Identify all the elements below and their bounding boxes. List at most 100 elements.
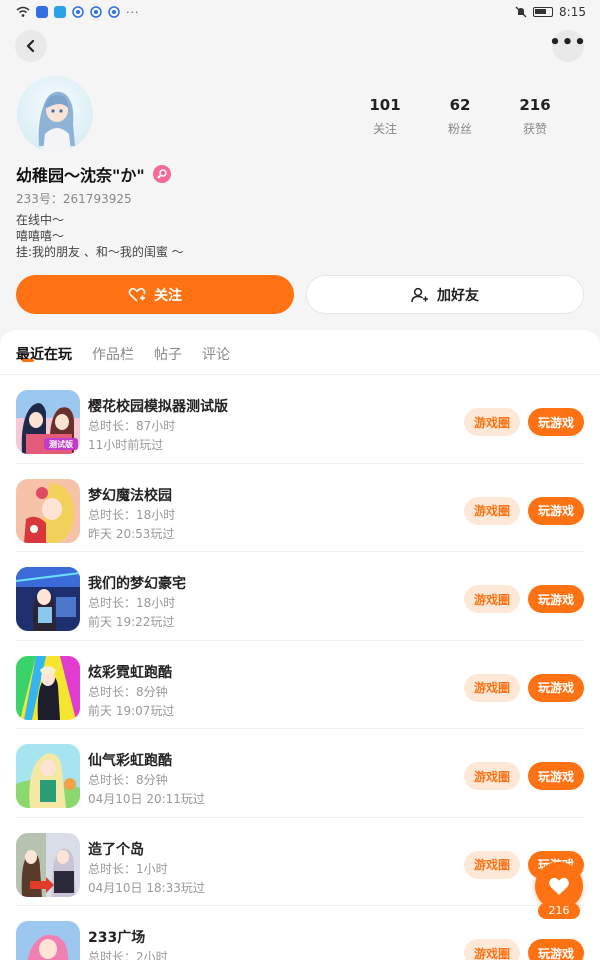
stat-fans[interactable]: 62 粉丝 [425,96,495,137]
game-duration: 总时长：87小时 [88,419,176,433]
stat-likes[interactable]: 216 获赞 [500,96,570,137]
profile-tabs: 最近在玩 作品栏 帖子 评论 [16,344,230,364]
message-notification-icon [54,6,66,18]
game-icon [16,567,80,631]
play-game-button[interactable]: 玩游戏 [528,939,584,960]
list-item[interactable]: 造了个岛 总时长：1小时 04月10日 18:33玩过 游戏圈 玩游戏 [0,818,600,907]
user-id: 233号：261793925 [16,192,132,206]
stat-following[interactable]: 101 关注 [350,96,420,137]
follow-label: 关注 [154,287,182,304]
bio: 在线中～ 嘻嘻嘻～ 挂:我的朋友 、和～我的闺蜜 ～ [16,212,184,260]
game-circle-button[interactable]: 游戏圈 [464,939,520,960]
stat-label: 关注 [372,122,397,136]
like-count-badge: 216 [538,903,580,919]
app-notification-icon [72,6,84,18]
more-notifications: ··· [126,5,140,19]
clock: 8:15 [559,5,586,19]
follow-button[interactable]: 关注 [16,275,294,314]
game-icon [16,478,80,543]
list-item[interactable]: 我们的梦幻豪宅 总时长：18小时 前天 19:22玩过 游戏圈 玩游戏 [0,552,600,641]
game-last-played: 昨天 20:53玩过 [88,526,175,541]
game-last-played: 前天 19:22玩过 [88,615,175,629]
wifi-icon [16,6,30,17]
stat-value: 101 [369,96,401,114]
tab-works[interactable]: 作品栏 [92,344,134,364]
name-row: 幼稚园～沈奈"か" [16,162,171,186]
bio-line: 嘻嘻嘻～ [16,229,65,243]
mute-bell-icon [515,6,527,18]
status-bar-right: 8:15 [515,5,586,19]
play-game-button[interactable]: 玩游戏 [528,496,584,525]
add-friend-label: 加好友 [437,287,479,304]
game-circle-button[interactable]: 游戏圈 [464,673,520,702]
tab-comments[interactable]: 评论 [202,344,230,364]
game-last-played: 11小时前玩过 [88,438,164,452]
tab-posts[interactable]: 帖子 [154,344,182,364]
game-circle-button[interactable]: 游戏圈 [464,408,520,436]
game-title: 樱花校园模拟器测试版 [88,399,228,415]
game-duration: 总时长：2小时 [88,950,168,960]
battery-icon [533,7,554,17]
game-icon-badge: 测试版 [49,440,73,449]
add-friend-button[interactable]: 加好友 [306,275,584,314]
game-title: 梦幻魔法校园 [88,487,172,504]
app-notification-icon [90,6,102,18]
game-title: 我们的梦幻豪宅 [88,576,186,592]
active-tab-indicator [22,359,34,362]
game-circle-button[interactable]: 游戏圈 [464,585,520,613]
stat-value: 62 [449,96,471,114]
game-list: 测试版 樱花校园模拟器测试版 总时长：87小时 11小时前玩过 游戏圈 玩游戏 … [0,375,600,960]
female-icon [152,165,171,183]
list-item[interactable]: 测试版 樱花校园模拟器测试版 总时长：87小时 11小时前玩过 游戏圈 玩游戏 [0,375,600,464]
play-game-button[interactable]: 玩游戏 [528,673,584,702]
add-user-icon [411,287,428,302]
user-name: 幼稚园～沈奈"か" [16,166,145,185]
content-panel: 最近在玩 作品栏 帖子 评论 测试版 樱花校园模拟器测试版 总时长：87小时 1… [0,330,600,960]
heart-plus-icon [128,287,146,302]
game-duration: 总时长：1小时 [88,861,168,876]
status-bar-left: ··· [16,6,140,19]
chevron-left-icon [26,39,35,53]
play-game-button[interactable]: 玩游戏 [528,585,584,613]
profile-stats: 101 关注 62 粉丝 216 获赞 [350,96,570,137]
game-last-played: 04月10日 20:11玩过 [88,792,205,806]
status-bar: ··· 8:15 [0,0,600,24]
game-icon: 测试版 [16,390,80,454]
play-game-button[interactable]: 玩游戏 [528,408,584,436]
game-circle-button[interactable]: 游戏圈 [464,762,520,790]
game-icon [16,921,80,960]
game-title: 仙气彩虹跑酷 [88,753,172,769]
game-icon [16,832,80,897]
game-duration: 总时长：8分钟 [88,684,168,699]
bio-line: 在线中～ [16,213,65,227]
game-title: 233广场 [88,930,146,946]
list-item[interactable]: 233广场 总时长：2小时 游戏圈 玩游戏 [0,906,600,960]
bio-line: 挂:我的朋友 、和～我的闺蜜 ～ [16,245,184,259]
game-last-played: 前天 19:07玩过 [88,703,175,718]
game-circle-button[interactable]: 游戏圈 [464,850,520,879]
game-duration: 总时长：18小时 [88,507,176,522]
app-notification-icon [108,6,120,18]
list-item[interactable]: 梦幻魔法校园 总时长：18小时 昨天 20:53玩过 游戏圈 玩游戏 [0,464,600,553]
game-duration: 总时长：18小时 [88,596,176,610]
avatar[interactable] [17,76,93,152]
game-title: 炫彩霓虹跑酷 [88,664,172,681]
more-button[interactable]: ••• [549,30,587,62]
game-icon [16,655,80,720]
list-item[interactable]: 仙气彩虹跑酷 总时长：8分钟 04月10日 20:11玩过 游戏圈 玩游戏 [0,729,600,818]
avatar-image [38,91,75,152]
back-button[interactable] [15,30,47,62]
list-item[interactable]: 炫彩霓虹跑酷 总时长：8分钟 前天 19:07玩过 游戏圈 玩游戏 [0,641,600,730]
game-title: 造了个岛 [88,841,144,858]
game-duration: 总时长：8分钟 [88,773,168,787]
heart-icon [549,877,569,895]
game-circle-button[interactable]: 游戏圈 [464,496,520,525]
stat-label: 粉丝 [447,122,472,136]
game-icon [16,744,80,808]
stat-label: 获赞 [522,122,547,136]
app-notification-icon [36,6,48,18]
play-game-button[interactable]: 玩游戏 [528,762,584,790]
game-last-played: 04月10日 18:33玩过 [88,880,205,895]
stat-value: 216 [519,96,551,114]
more-horizontal-icon: ••• [549,32,587,53]
